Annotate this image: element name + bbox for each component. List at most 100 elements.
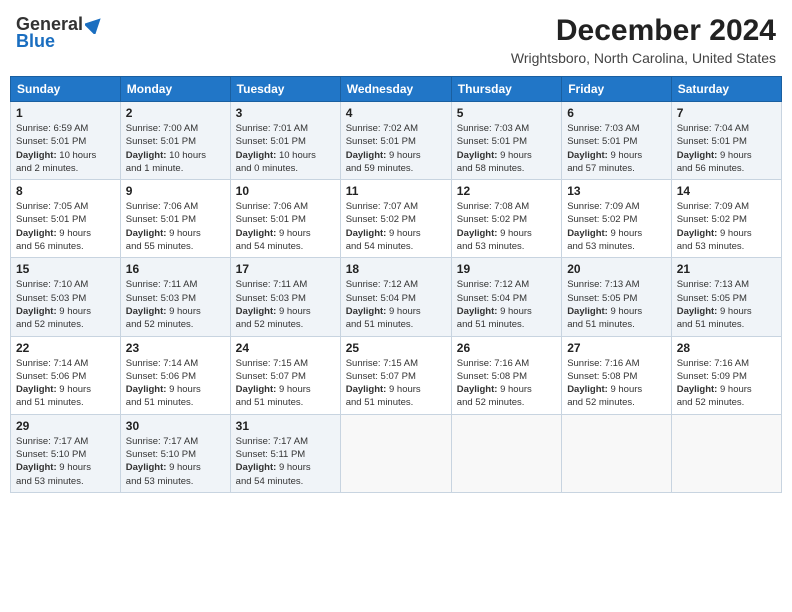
day-number: 14 [677,184,776,198]
calendar-week-1: 1 Sunrise: 6:59 AMSunset: 5:01 PMDaylight… [11,102,782,180]
calendar-week-5: 29 Sunrise: 7:17 AMSunset: 5:10 PMDayligh… [11,414,782,492]
day-info: Sunrise: 7:13 AMSunset: 5:05 PMDaylight:… [567,278,666,331]
calendar-cell: 21 Sunrise: 7:13 AMSunset: 5:05 PMDayligh… [671,258,781,336]
day-number: 3 [236,106,335,120]
day-info: Sunrise: 7:07 AMSunset: 5:02 PMDaylight:… [346,200,446,253]
calendar-cell: 4 Sunrise: 7:02 AMSunset: 5:01 PMDaylight… [340,102,451,180]
day-info: Sunrise: 7:00 AMSunset: 5:01 PMDaylight:… [126,122,225,175]
weekday-sunday: Sunday [11,77,121,102]
weekday-monday: Monday [120,77,230,102]
day-info: Sunrise: 7:14 AMSunset: 5:06 PMDaylight:… [16,357,115,410]
day-info: Sunrise: 7:11 AMSunset: 5:03 PMDaylight:… [126,278,225,331]
day-number: 15 [16,262,115,276]
calendar-cell [451,414,561,492]
day-number: 21 [677,262,776,276]
day-info: Sunrise: 7:09 AMSunset: 5:02 PMDaylight:… [567,200,666,253]
calendar-week-4: 22Sunrise: 7:14 AMSunset: 5:06 PMDayligh… [11,336,782,414]
calendar-table: SundayMondayTuesdayWednesdayThursdayFrid… [10,76,782,493]
day-info: Sunrise: 7:03 AMSunset: 5:01 PMDaylight:… [457,122,556,175]
calendar-cell: 31 Sunrise: 7:17 AMSunset: 5:11 PMDayligh… [230,414,340,492]
day-number: 26 [457,341,556,355]
day-info: Sunrise: 7:13 AMSunset: 5:05 PMDaylight:… [677,278,776,331]
day-info: Sunrise: 7:06 AMSunset: 5:01 PMDaylight:… [126,200,225,253]
weekday-saturday: Saturday [671,77,781,102]
weekday-thursday: Thursday [451,77,561,102]
calendar-cell: 13 Sunrise: 7:09 AMSunset: 5:02 PMDayligh… [562,180,672,258]
calendar-cell: 28 Sunrise: 7:16 AMSunset: 5:09 PMDayligh… [671,336,781,414]
calendar-cell: 17 Sunrise: 7:11 AMSunset: 5:03 PMDayligh… [230,258,340,336]
day-number: 31 [236,419,335,433]
day-number: 8 [16,184,115,198]
calendar-cell: 9 Sunrise: 7:06 AMSunset: 5:01 PMDaylight… [120,180,230,258]
calendar-week-2: 8 Sunrise: 7:05 AMSunset: 5:01 PMDaylight… [11,180,782,258]
day-number: 9 [126,184,225,198]
day-info: Sunrise: 6:59 AMSunset: 5:01 PMDaylight:… [16,122,115,175]
day-number: 29 [16,419,115,433]
day-number: 23 [126,341,225,355]
day-number: 4 [346,106,446,120]
calendar-cell: 27 Sunrise: 7:16 AMSunset: 5:08 PMDayligh… [562,336,672,414]
calendar-cell: 1 Sunrise: 6:59 AMSunset: 5:01 PMDaylight… [11,102,121,180]
weekday-friday: Friday [562,77,672,102]
calendar-cell: 6 Sunrise: 7:03 AMSunset: 5:01 PMDaylight… [562,102,672,180]
day-number: 28 [677,341,776,355]
weekday-tuesday: Tuesday [230,77,340,102]
weekday-wednesday: Wednesday [340,77,451,102]
calendar-cell: 22Sunrise: 7:14 AMSunset: 5:06 PMDayligh… [11,336,121,414]
day-number: 2 [126,106,225,120]
day-number: 17 [236,262,335,276]
day-number: 16 [126,262,225,276]
month-year: December 2024 [511,14,776,48]
day-info: Sunrise: 7:05 AMSunset: 5:01 PMDaylight:… [16,200,115,253]
calendar-cell: 5 Sunrise: 7:03 AMSunset: 5:01 PMDaylight… [451,102,561,180]
day-number: 13 [567,184,666,198]
day-number: 6 [567,106,666,120]
day-info: Sunrise: 7:17 AMSunset: 5:10 PMDaylight:… [126,435,225,488]
day-info: Sunrise: 7:16 AMSunset: 5:08 PMDaylight:… [457,357,556,410]
calendar-cell: 3 Sunrise: 7:01 AMSunset: 5:01 PMDaylight… [230,102,340,180]
day-info: Sunrise: 7:15 AMSunset: 5:07 PMDaylight:… [236,357,335,410]
day-info: Sunrise: 7:03 AMSunset: 5:01 PMDaylight:… [567,122,666,175]
day-number: 25 [346,341,446,355]
day-number: 12 [457,184,556,198]
day-info: Sunrise: 7:16 AMSunset: 5:09 PMDaylight:… [677,357,776,410]
day-number: 30 [126,419,225,433]
calendar-cell: 12 Sunrise: 7:08 AMSunset: 5:02 PMDayligh… [451,180,561,258]
day-number: 27 [567,341,666,355]
day-info: Sunrise: 7:16 AMSunset: 5:08 PMDaylight:… [567,357,666,410]
calendar-cell: 11Sunrise: 7:07 AMSunset: 5:02 PMDayligh… [340,180,451,258]
logo-icon [85,14,105,34]
calendar-cell: 25 Sunrise: 7:15 AMSunset: 5:07 PMDayligh… [340,336,451,414]
title-block: December 2024 Wrightsboro, North Carolin… [511,14,776,66]
day-info: Sunrise: 7:09 AMSunset: 5:02 PMDaylight:… [677,200,776,253]
calendar-cell [562,414,672,492]
calendar-cell: 8 Sunrise: 7:05 AMSunset: 5:01 PMDaylight… [11,180,121,258]
day-number: 7 [677,106,776,120]
day-info: Sunrise: 7:11 AMSunset: 5:03 PMDaylight:… [236,278,335,331]
calendar-cell [671,414,781,492]
day-info: Sunrise: 7:15 AMSunset: 5:07 PMDaylight:… [346,357,446,410]
day-number: 19 [457,262,556,276]
day-number: 5 [457,106,556,120]
day-number: 1 [16,106,115,120]
calendar-cell: 26 Sunrise: 7:16 AMSunset: 5:08 PMDayligh… [451,336,561,414]
calendar-cell: 7 Sunrise: 7:04 AMSunset: 5:01 PMDaylight… [671,102,781,180]
calendar-cell: 23 Sunrise: 7:14 AMSunset: 5:06 PMDayligh… [120,336,230,414]
day-number: 24 [236,341,335,355]
calendar-cell: 2 Sunrise: 7:00 AMSunset: 5:01 PMDaylight… [120,102,230,180]
day-info: Sunrise: 7:10 AMSunset: 5:03 PMDaylight:… [16,278,115,331]
calendar-cell: 18Sunrise: 7:12 AMSunset: 5:04 PMDayligh… [340,258,451,336]
day-info: Sunrise: 7:14 AMSunset: 5:06 PMDaylight:… [126,357,225,410]
logo: General Blue [16,14,105,52]
logo-blue: Blue [16,31,55,52]
day-info: Sunrise: 7:17 AMSunset: 5:11 PMDaylight:… [236,435,335,488]
calendar-cell: 16 Sunrise: 7:11 AMSunset: 5:03 PMDayligh… [120,258,230,336]
day-info: Sunrise: 7:12 AMSunset: 5:04 PMDaylight:… [346,278,446,331]
day-info: Sunrise: 7:01 AMSunset: 5:01 PMDaylight:… [236,122,335,175]
calendar-cell: 20Sunrise: 7:13 AMSunset: 5:05 PMDayligh… [562,258,672,336]
day-info: Sunrise: 7:02 AMSunset: 5:01 PMDaylight:… [346,122,446,175]
location: Wrightsboro, North Carolina, United Stat… [511,50,776,66]
day-info: Sunrise: 7:04 AMSunset: 5:01 PMDaylight:… [677,122,776,175]
day-info: Sunrise: 7:12 AMSunset: 5:04 PMDaylight:… [457,278,556,331]
day-info: Sunrise: 7:08 AMSunset: 5:02 PMDaylight:… [457,200,556,253]
